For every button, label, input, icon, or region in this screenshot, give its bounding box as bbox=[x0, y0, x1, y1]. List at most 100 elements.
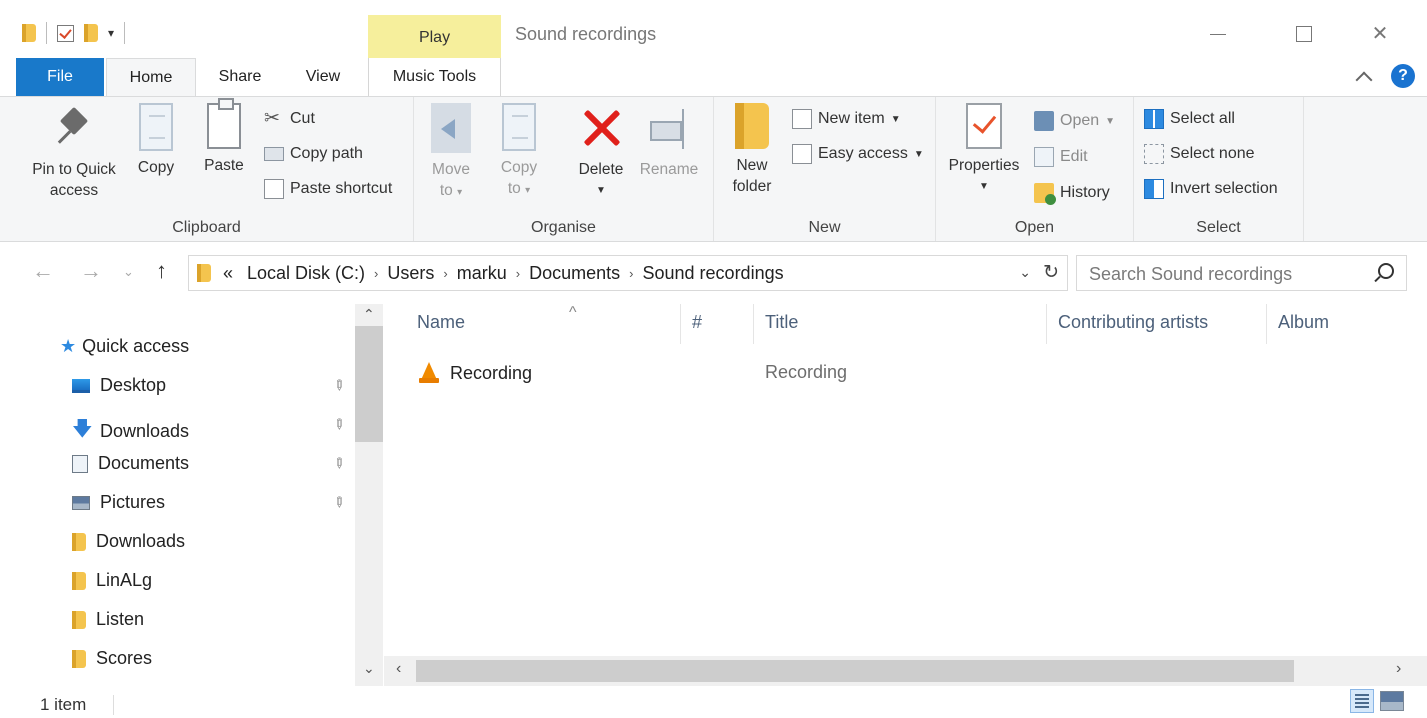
collapse-ribbon-icon[interactable] bbox=[1355, 68, 1373, 86]
breadcrumb-users[interactable]: Users bbox=[387, 263, 434, 284]
paste-label: Paste bbox=[204, 157, 244, 174]
scrollbar-thumb[interactable] bbox=[416, 660, 1294, 682]
chevron-down-icon: ▼ bbox=[913, 148, 924, 160]
details-view-icon[interactable] bbox=[1350, 689, 1374, 713]
scroll-down-arrow-icon[interactable]: ⌄ bbox=[363, 660, 375, 677]
nav-item-label: Downloads bbox=[96, 531, 186, 551]
column-divider[interactable] bbox=[1046, 304, 1047, 344]
history-button[interactable]: History bbox=[1034, 180, 1110, 206]
nav-item-linalg[interactable]: LinALg bbox=[72, 570, 152, 591]
scrollbar-thumb[interactable] bbox=[355, 326, 383, 442]
column-header-album[interactable]: Album bbox=[1278, 312, 1329, 333]
select-group: Select all Select none Invert selection … bbox=[1134, 97, 1304, 241]
copy-button[interactable]: Copy bbox=[132, 103, 180, 178]
new-folder-qat-icon[interactable] bbox=[84, 24, 98, 42]
select-all-button[interactable]: Select all bbox=[1144, 106, 1235, 132]
context-tab-label: Play bbox=[418, 29, 451, 46]
nav-pane-scrollbar[interactable]: ⌃ ⌄ bbox=[355, 304, 383, 686]
breadcrumb-documents[interactable]: Documents bbox=[529, 263, 620, 284]
refresh-icon[interactable]: ↻ bbox=[1043, 261, 1059, 284]
nav-item-downloads-folder[interactable]: Downloads bbox=[72, 531, 185, 552]
new-folder-button[interactable]: New folder bbox=[726, 103, 778, 197]
chevron-right-icon[interactable]: › bbox=[443, 266, 447, 281]
copy-path-button[interactable]: Copy path bbox=[264, 141, 363, 167]
invert-selection-icon bbox=[1144, 179, 1164, 199]
file-name-cell[interactable]: Recording bbox=[418, 362, 532, 384]
pin-icon[interactable]: ✎ bbox=[329, 492, 349, 512]
invert-selection-button[interactable]: Invert selection bbox=[1144, 176, 1278, 202]
vlc-media-icon bbox=[418, 362, 440, 384]
column-header-contributing-artists[interactable]: Contributing artists bbox=[1058, 312, 1208, 333]
nav-item-quick-access[interactable]: ★ Quick access bbox=[60, 336, 189, 357]
edit-button[interactable]: Edit bbox=[1034, 144, 1088, 170]
breadcrumb-marku[interactable]: marku bbox=[457, 263, 507, 284]
tab-file[interactable]: File bbox=[16, 58, 104, 96]
chevron-down-icon: ▾ bbox=[525, 185, 531, 196]
scroll-right-arrow-icon[interactable]: › bbox=[1396, 660, 1401, 678]
tab-view[interactable]: View bbox=[286, 58, 360, 96]
help-icon[interactable]: ? bbox=[1391, 64, 1415, 88]
column-header-number[interactable]: # bbox=[692, 312, 702, 333]
cut-button[interactable]: Cut bbox=[264, 106, 315, 132]
address-history-chevron-icon[interactable]: ⌄ bbox=[1019, 264, 1031, 281]
search-icon[interactable] bbox=[1378, 263, 1394, 279]
tab-music-tools[interactable]: Music Tools bbox=[368, 58, 501, 96]
tab-home[interactable]: Home bbox=[106, 58, 196, 97]
large-icons-view-icon[interactable] bbox=[1380, 691, 1404, 711]
copy-path-icon bbox=[264, 147, 284, 161]
open-icon bbox=[1034, 111, 1054, 131]
scroll-left-arrow-icon[interactable]: ‹ bbox=[396, 660, 401, 678]
breadcrumb-local-disk[interactable]: Local Disk (C:) bbox=[247, 263, 365, 284]
close-button[interactable]: ✕ bbox=[1357, 16, 1403, 52]
folder-icon bbox=[72, 532, 86, 551]
properties-qat-icon[interactable] bbox=[57, 24, 74, 42]
pin-icon[interactable]: ✎ bbox=[329, 453, 349, 473]
maximize-button[interactable] bbox=[1280, 16, 1326, 52]
forward-arrow-icon[interactable]: → bbox=[80, 258, 102, 284]
chevron-right-icon[interactable]: › bbox=[516, 266, 520, 281]
new-item-button[interactable]: New item ▼ bbox=[792, 106, 901, 132]
select-none-button[interactable]: Select none bbox=[1144, 141, 1255, 167]
copy-path-label: Copy path bbox=[290, 145, 363, 162]
scroll-up-arrow-icon[interactable]: ⌃ bbox=[363, 306, 375, 323]
properties-button[interactable]: Properties ▼ bbox=[942, 103, 1026, 197]
ribbon-tabs: File Home Share View Music Tools bbox=[0, 58, 1427, 97]
column-divider[interactable] bbox=[1266, 304, 1267, 344]
column-divider[interactable] bbox=[753, 304, 754, 344]
breadcrumb-overflow[interactable]: « bbox=[223, 263, 233, 284]
copy-to-button[interactable]: Copy to ▾ bbox=[494, 103, 544, 201]
customize-qat-dropdown-icon[interactable]: ▾ bbox=[108, 26, 114, 40]
minimize-button[interactable] bbox=[1195, 16, 1241, 52]
column-header-name[interactable]: Name ^ bbox=[417, 304, 577, 333]
open-button[interactable]: Open ▼ bbox=[1034, 108, 1115, 134]
pin-icon[interactable]: ✎ bbox=[329, 414, 349, 434]
address-bar[interactable]: « Local Disk (C:) › Users › marku › Docu… bbox=[188, 255, 1068, 291]
column-divider[interactable] bbox=[680, 304, 681, 344]
pin-to-quick-access-button[interactable]: Pin to Quick access bbox=[22, 103, 126, 201]
rename-button[interactable]: Rename bbox=[636, 103, 702, 180]
chevron-right-icon[interactable]: › bbox=[374, 266, 378, 281]
paste-button[interactable]: Paste bbox=[198, 98, 250, 176]
back-arrow-icon[interactable]: ← bbox=[32, 258, 54, 284]
nav-item-listen[interactable]: Listen bbox=[72, 609, 144, 630]
pin-icon[interactable]: ✎ bbox=[329, 375, 349, 395]
nav-item-documents[interactable]: Documents bbox=[72, 453, 189, 474]
nav-item-scores[interactable]: Scores bbox=[72, 648, 152, 669]
breadcrumb-sound-recordings[interactable]: Sound recordings bbox=[643, 263, 784, 284]
tab-share[interactable]: Share bbox=[202, 58, 278, 96]
chevron-right-icon[interactable]: › bbox=[629, 266, 633, 281]
search-box[interactable]: Search Sound recordings bbox=[1076, 255, 1407, 291]
easy-access-button[interactable]: Easy access ▼ bbox=[792, 141, 924, 167]
folder-icon bbox=[22, 24, 36, 42]
nav-item-pictures[interactable]: Pictures bbox=[72, 492, 165, 513]
horizontal-scrollbar[interactable]: ‹ › bbox=[384, 656, 1427, 686]
column-header-title[interactable]: Title bbox=[765, 312, 798, 333]
up-arrow-icon[interactable]: ↑ bbox=[156, 258, 167, 284]
paste-shortcut-button[interactable]: Paste shortcut bbox=[264, 176, 392, 202]
move-to-button[interactable]: Move to ▾ bbox=[426, 103, 476, 203]
delete-button[interactable]: Delete ▼ bbox=[572, 103, 630, 201]
title-bar: ▾ Play Sound recordings ✕ bbox=[0, 0, 1427, 58]
recent-locations-chevron-icon[interactable]: ⌄ bbox=[123, 264, 134, 280]
nav-item-downloads-pinned[interactable]: 🡇 Downloads bbox=[72, 414, 189, 448]
nav-item-desktop[interactable]: Desktop bbox=[72, 375, 166, 396]
